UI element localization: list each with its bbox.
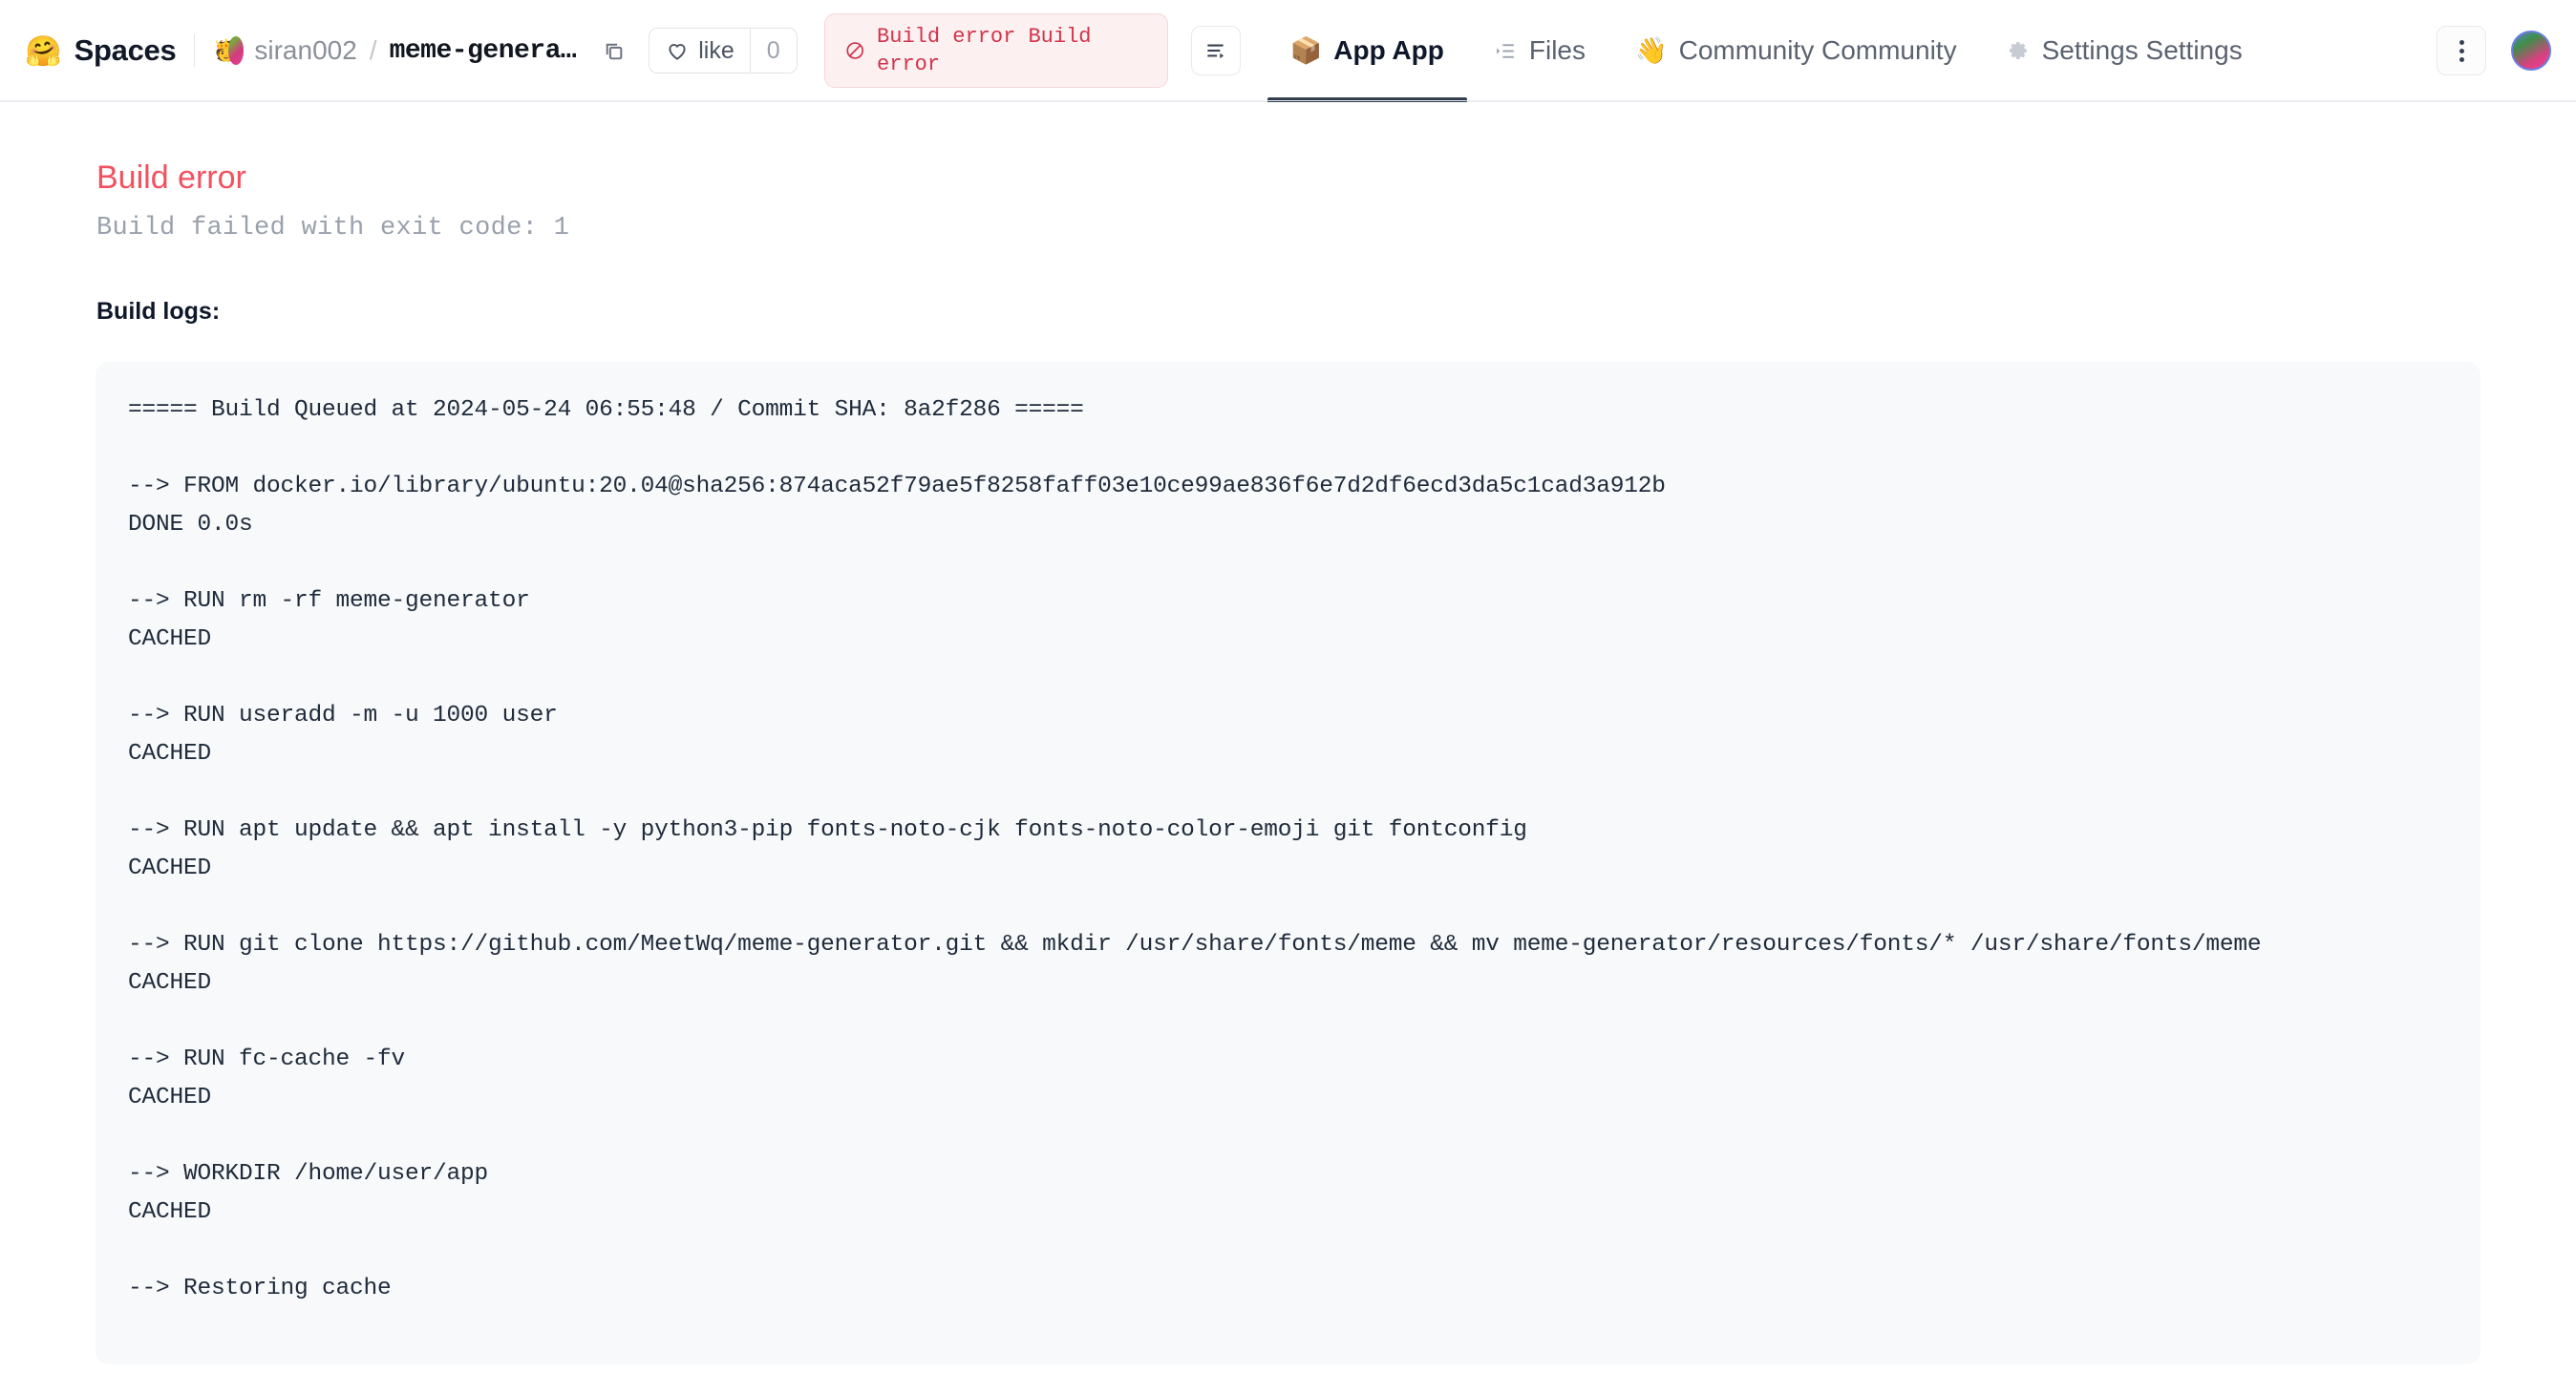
heart-icon — [669, 44, 686, 60]
wave-emoji-icon: 👋 — [1635, 35, 1668, 65]
app-header: 🤗 Spaces 🫅 siran002 / meme-genera… like … — [0, 0, 2576, 102]
error-subtitle: Build failed with exit code: 1 — [96, 214, 570, 243]
status-badge-label: Build error Build error — [877, 24, 1092, 76]
like-count: 0 — [749, 29, 797, 73]
owner-avatar-gradient — [227, 36, 245, 65]
kebab-dot — [2459, 39, 2464, 45]
logs-icon — [1206, 44, 1224, 59]
log-line: ===== Build Queued at 2024-05-24 06:55:4… — [128, 397, 1084, 423]
log-line: CACHED — [128, 856, 212, 881]
log-line: --> Restoring cache — [128, 1276, 392, 1301]
gear-icon — [2009, 41, 2027, 59]
header-divider — [194, 34, 196, 67]
page-title: Build error — [96, 159, 246, 196]
tab-settings[interactable]: Settings Settings — [1982, 0, 2267, 102]
log-line: CACHED — [128, 741, 212, 767]
log-line: CACHED — [128, 626, 212, 652]
nav-tabs: 📦 App App Files 👋 Community Community Se… — [1266, 0, 2267, 102]
logs-toggle-button[interactable] — [1190, 26, 1241, 75]
copy-icon[interactable] — [602, 39, 626, 63]
cube-emoji-icon: 📦 — [1289, 35, 1323, 65]
no-entry-icon — [846, 42, 863, 59]
kebab-dot — [2459, 56, 2464, 62]
files-icon — [1497, 43, 1514, 58]
log-line: DONE 0.0s — [128, 512, 253, 538]
log-line: --> RUN apt update && apt install -y pyt… — [128, 817, 1527, 843]
status-badge[interactable]: Build error Build error — [823, 12, 1168, 89]
like-button-group[interactable]: like 0 — [649, 28, 798, 74]
tab-app[interactable]: 📦 App App — [1266, 0, 1469, 102]
log-line: CACHED — [128, 1085, 212, 1110]
log-line: --> RUN git clone https://github.com/Mee… — [128, 932, 2262, 958]
log-line: --> RUN rm -rf meme-generator — [128, 588, 530, 614]
main-content: Build error Build failed with exit code:… — [0, 102, 2576, 1364]
kebab-dot — [2459, 48, 2464, 53]
avatar[interactable] — [2511, 31, 2551, 71]
tab-community-label: Community Community — [1678, 35, 1957, 65]
tab-community[interactable]: 👋 Community Community — [1610, 0, 1982, 102]
repo-owner-link[interactable]: siran002 — [254, 35, 356, 66]
kebab-menu-icon[interactable] — [2437, 26, 2486, 75]
like-label: like — [698, 36, 734, 64]
header-right-group — [2437, 26, 2551, 75]
tab-settings-label: Settings Settings — [2041, 35, 2243, 65]
log-line: CACHED — [128, 970, 212, 996]
repo-breadcrumb[interactable]: 🫅 siran002 / meme-genera… — [213, 35, 626, 66]
tab-files-label: Files — [1528, 35, 1586, 65]
repo-separator: / — [369, 35, 377, 65]
log-line: --> RUN useradd -m -u 1000 user — [128, 703, 558, 729]
spaces-brand[interactable]: 🤗 Spaces — [25, 33, 177, 68]
huggingface-emoji-icon: 🤗 — [25, 33, 62, 68]
log-line: --> FROM docker.io/library/ubuntu:20.04@… — [128, 474, 1666, 499]
repo-name-link[interactable]: meme-genera… — [390, 36, 577, 66]
log-line: --> WORKDIR /home/user/app — [128, 1161, 489, 1187]
tab-files[interactable]: Files — [1469, 0, 1610, 102]
brand-label: Spaces — [74, 33, 177, 67]
log-line: CACHED — [128, 1199, 212, 1225]
owner-avatar: 🫅 — [213, 35, 245, 66]
like-button[interactable]: like — [649, 29, 750, 73]
log-line: --> RUN fc-cache -fv — [128, 1046, 406, 1072]
build-logs-panel[interactable]: ===== Build Queued at 2024-05-24 06:55:4… — [96, 362, 2480, 1364]
tab-app-label: App App — [1333, 35, 1444, 65]
build-logs-label: Build logs: — [96, 298, 221, 325]
